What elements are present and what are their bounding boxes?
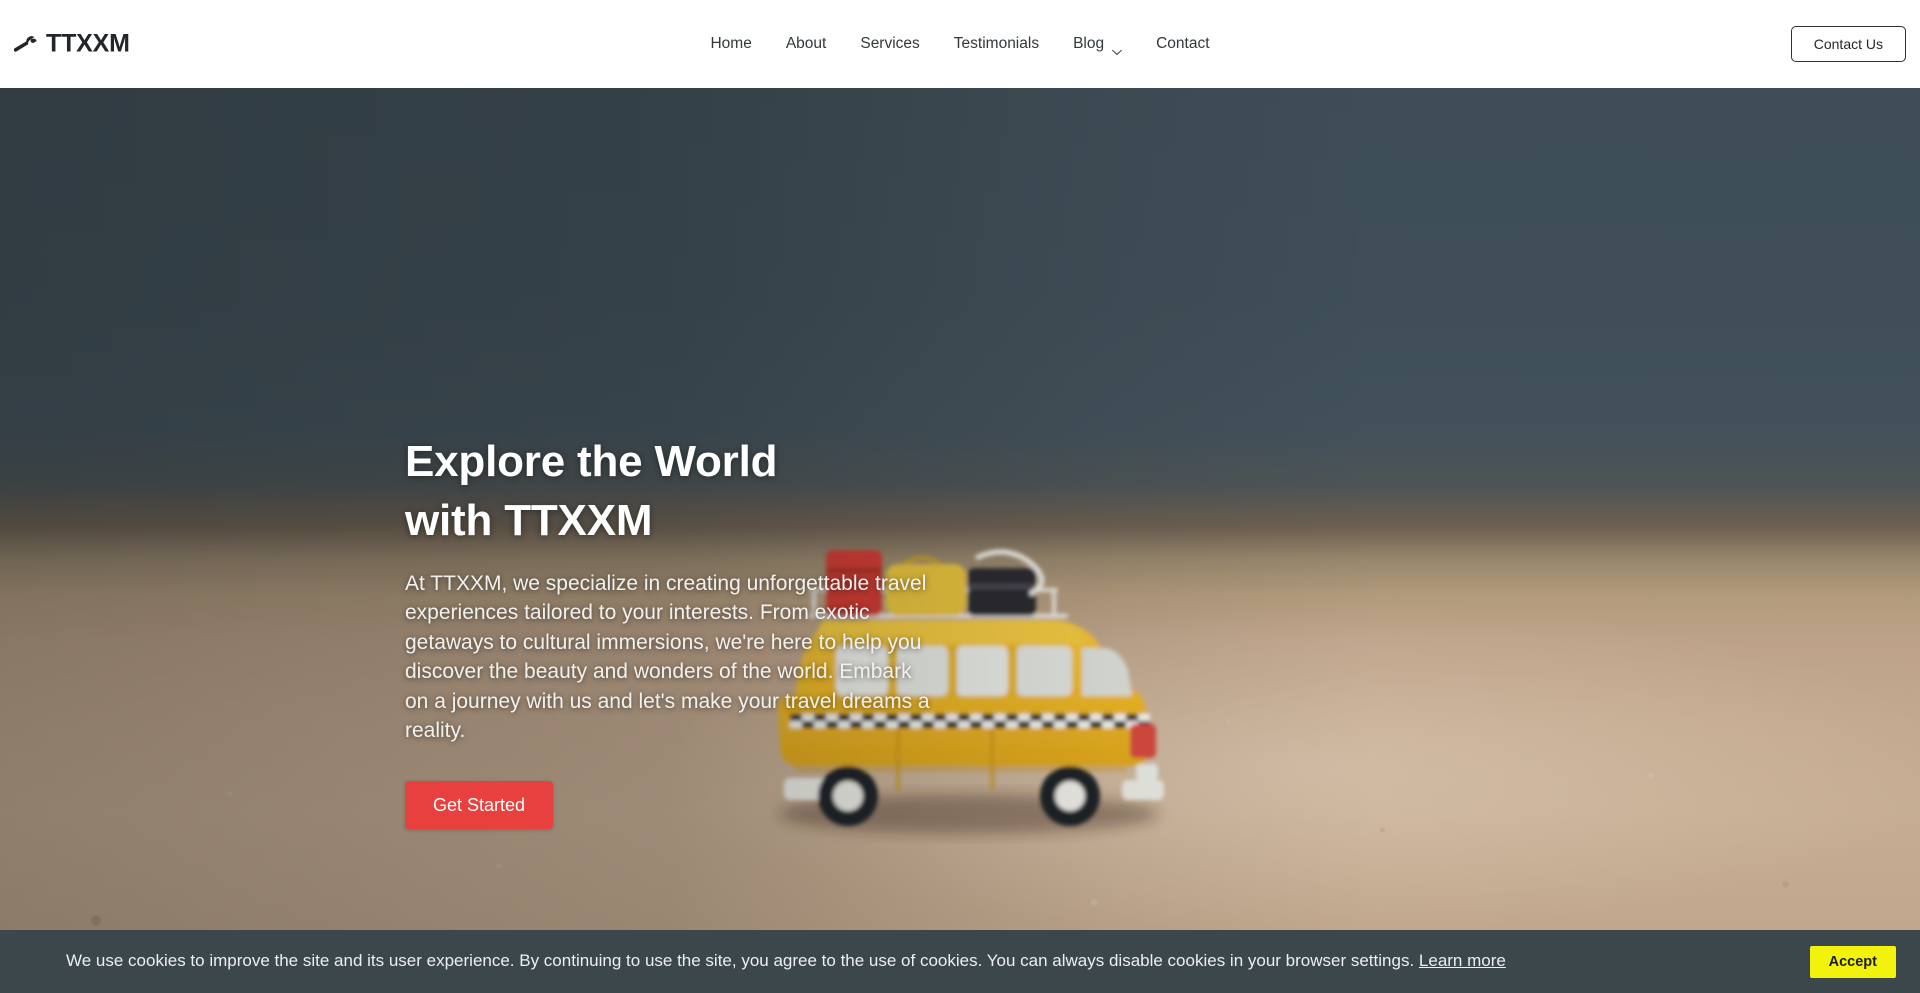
nav-label: Contact <box>1156 35 1210 52</box>
hero-content: Explore the World with TTXXM At TTXXM, w… <box>405 433 965 830</box>
cookie-learn-more-link[interactable]: Learn more <box>1419 951 1506 970</box>
page-title: Explore the World with TTXXM <box>405 437 778 545</box>
nav-label: About <box>785 35 827 52</box>
cookie-consent-banner: We use cookies to improve the site and i… <box>0 930 1920 993</box>
wrench-icon <box>13 32 38 56</box>
cookie-message: We use cookies to improve the site and i… <box>66 951 1506 971</box>
nav-label: Services <box>860 35 920 52</box>
hero-description: At TTXXM, we specialize in creating unfo… <box>405 572 930 742</box>
nav-item-services[interactable]: Services <box>843 33 936 55</box>
brand-name: TTXXM <box>46 29 130 58</box>
cookie-message-text: We use cookies to improve the site and i… <box>66 951 1415 971</box>
site-header: TTXXM Home About Services Testimonials B… <box>0 0 1920 88</box>
contact-us-button[interactable]: Contact Us <box>1790 26 1906 62</box>
landing-page: TTXXM Home About Services Testimonials B… <box>0 0 1920 993</box>
chevron-down-icon <box>1111 41 1122 55</box>
nav-item-contact[interactable]: Contact <box>1139 33 1226 55</box>
nav-label: Testimonials <box>953 35 1040 52</box>
hero-section: Explore the World with TTXXM At TTXXM, w… <box>0 88 1920 993</box>
main-navigation: Home About Services Testimonials Blog Co… <box>693 33 1226 55</box>
get-started-button[interactable]: Get Started <box>405 781 554 830</box>
cookie-accept-button[interactable]: Accept <box>1809 945 1896 978</box>
nav-item-blog[interactable]: Blog <box>1056 33 1139 55</box>
nav-item-about[interactable]: About <box>769 33 844 55</box>
nav-label: Home <box>710 35 752 52</box>
brand-logo[interactable]: TTXXM <box>13 29 130 58</box>
nav-item-home[interactable]: Home <box>693 33 768 55</box>
nav-label: Blog <box>1073 35 1105 52</box>
nav-item-testimonials[interactable]: Testimonials <box>937 33 1056 55</box>
